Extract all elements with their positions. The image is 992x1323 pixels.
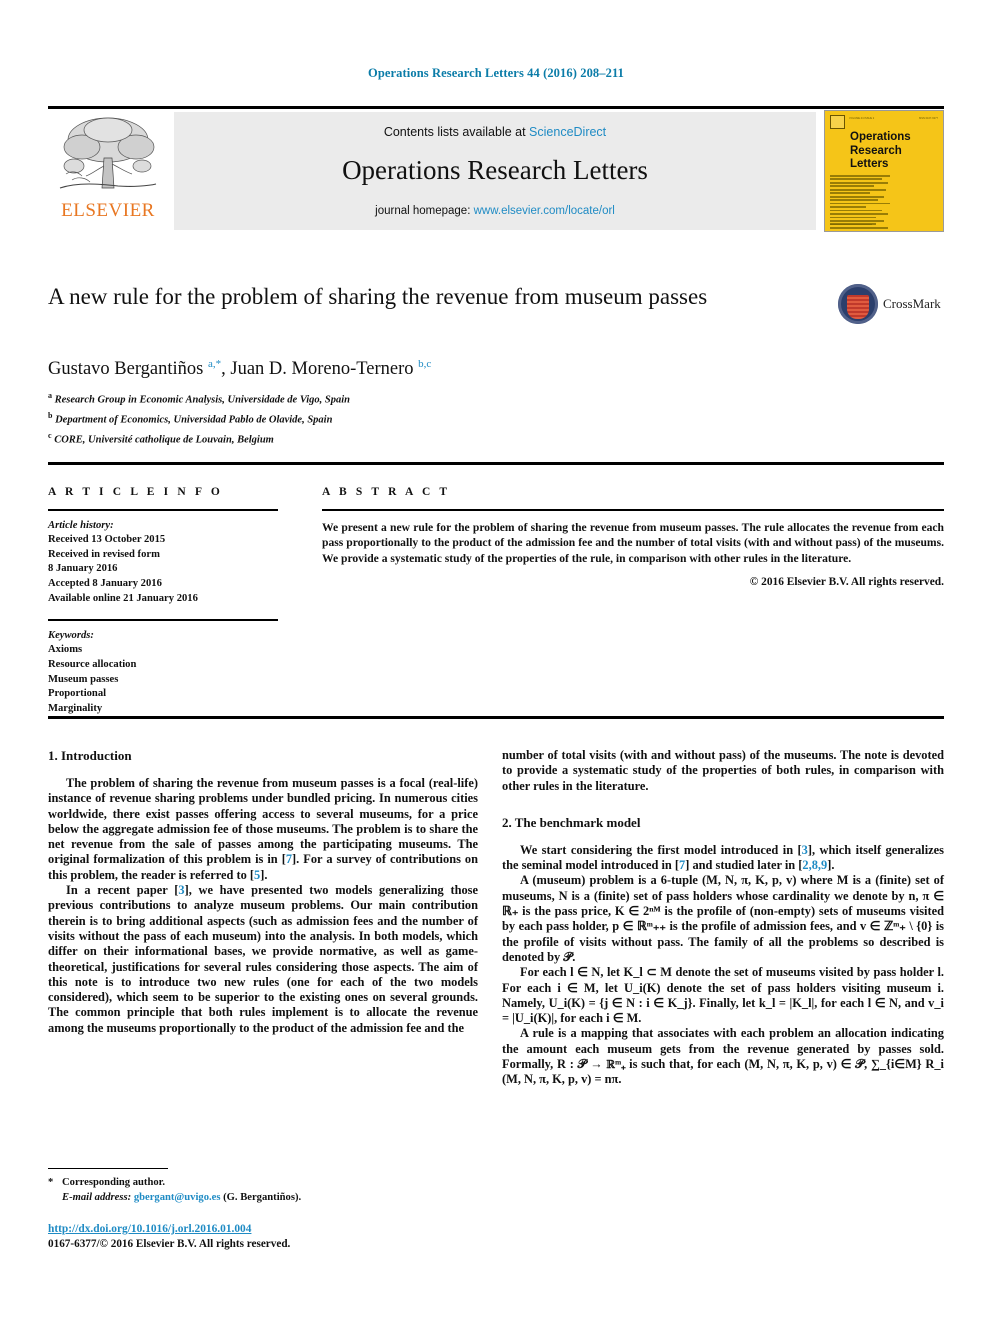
abstract-copyright: © 2016 Elsevier B.V. All rights reserved… (749, 576, 944, 589)
paragraph-intro-2: In a recent paper [3], we have presented… (48, 883, 478, 1036)
history-item: Accepted 8 January 2016 (48, 577, 162, 589)
cover-title-line2: Research (850, 144, 902, 157)
email-link[interactable]: gbergant@uvigo.es (134, 1192, 221, 1203)
keywords-block: Keywords: Axioms Resource allocation Mus… (48, 629, 280, 717)
elsevier-logo: ELSEVIER (48, 112, 168, 230)
affiliation-text-a: Research Group in Economic Analysis, Uni… (54, 394, 351, 406)
corresponding-author-text: Corresponding author. (62, 1177, 166, 1189)
history-item: Available online 21 January 2016 (48, 592, 198, 604)
article-info-heading: A R T I C L E I N F O (48, 486, 223, 498)
abstract-heading: A B S T R A C T (322, 486, 451, 498)
affiliation-list: a Research Group in Economic Analysis, U… (48, 388, 848, 448)
email-label: E-mail address: (62, 1191, 132, 1203)
asterisk-icon: * (48, 1177, 54, 1189)
affiliation-c: c CORE, Université catholique de Louvain… (48, 428, 848, 448)
author-list: Gustavo Bergantiños a,*, Juan D. Moreno-… (48, 358, 432, 380)
banner-center: Contents lists available at ScienceDirec… (174, 112, 816, 230)
article-info-section: A R T I C L E I N F O Article history: R… (48, 486, 280, 716)
history-item: 8 January 2016 (48, 563, 118, 575)
body-column-right: number of total visits (with and without… (502, 748, 944, 1088)
affiliation-text-c: CORE, Université catholique de Louvain, … (54, 434, 274, 446)
affiliation-a: a Research Group in Economic Analysis, U… (48, 388, 848, 408)
paragraph-bench-1: We start considering the first model int… (502, 843, 944, 874)
info-section-rule (48, 462, 944, 465)
journal-banner: ELSEVIER Contents lists available at Sci… (48, 110, 944, 232)
section-heading-benchmark: 2. The benchmark model (502, 814, 641, 830)
page-title: A new rule for the problem of sharing th… (48, 284, 708, 309)
intro-p2-part-a: In a recent paper [ (66, 883, 179, 898)
sciencedirect-link[interactable]: ScienceDirect (529, 125, 606, 139)
homepage-prefix: journal homepage: (375, 205, 474, 217)
contents-available-line: Contents lists available at ScienceDirec… (174, 125, 816, 139)
footnote-divider (48, 1168, 168, 1170)
cover-title: Operations Research Letters (850, 131, 911, 172)
section-heading-introduction: 1. Introduction (48, 748, 132, 763)
doi-block: http://dx.doi.org/10.1016/j.orl.2016.01.… (48, 1222, 478, 1252)
article-history-label: Article history: (48, 519, 114, 531)
keyword-item: Resource allocation (48, 658, 137, 670)
cover-title-line3: Letters (850, 158, 889, 170)
header-rule (48, 106, 944, 109)
body-section-rule (48, 716, 944, 719)
abstract-section: A B S T R A C T We present a new rule fo… (322, 486, 944, 588)
running-head: Operations Research Letters 44 (2016) 20… (368, 66, 624, 80)
crossmark-book-icon (847, 295, 869, 319)
journal-cover-thumbnail[interactable]: VOLUME 44 ISSUE 2 ISSN 0167-6377 Operati… (824, 110, 944, 232)
affiliation-marker-b: b (48, 411, 53, 420)
body-column-left: 1. Introduction The problem of sharing t… (48, 748, 478, 1036)
bench-p1-part-c: ] and studied later in [ (685, 858, 803, 873)
paragraph-bench-2: A (museum) problem is a 6-tuple (M, N, π… (502, 873, 944, 964)
abstract-divider (322, 509, 944, 511)
affiliation-marker-a: a (48, 391, 52, 400)
keyword-item: Marginality (48, 702, 103, 714)
crossmark-circle-icon (838, 284, 878, 324)
paper-page: Operations Research Letters 44 (2016) 20… (0, 0, 992, 1323)
cover-footer-line (830, 223, 876, 225)
doi-link[interactable]: http://dx.doi.org/10.1016/j.orl.2016.01.… (48, 1222, 478, 1237)
affiliation-marker-c: c (48, 431, 52, 440)
cover-volume-text: VOLUME 44 ISSUE 2 (849, 117, 875, 120)
bench-p1-part-a: We start considering the first model int… (520, 842, 802, 857)
elsevier-wordmark: ELSEVIER (61, 200, 155, 221)
keywords-label: Keywords: (48, 629, 94, 641)
crossmark-label: CrossMark (883, 296, 941, 311)
intro-p2-part-b: ], we have presented two models generali… (48, 883, 478, 1035)
cover-publisher-mark (830, 115, 845, 129)
keyword-item: Proportional (48, 688, 107, 700)
elsevier-tree-icon (59, 117, 157, 189)
issn-copyright-line: 0167-6377/© 2016 Elsevier B.V. All right… (48, 1238, 291, 1250)
affiliation-text-b: Department of Economics, Universidad Pab… (55, 414, 333, 426)
journal-title: Operations Research Letters (342, 155, 648, 185)
title-block: A new rule for the problem of sharing th… (48, 282, 838, 312)
email-line: E-mail address: gbergant@uvigo.es (G. Be… (48, 1191, 478, 1205)
email-suffix: (G. Bergantiños). (223, 1191, 302, 1203)
crossmark-badge[interactable]: CrossMark (838, 282, 944, 330)
corresponding-author-line: * Corresponding author. (48, 1176, 478, 1190)
citation-link[interactable]: 2,8,9 (802, 858, 827, 872)
history-item: Received in revised form (48, 548, 160, 560)
journal-homepage-line: journal homepage: www.elsevier.com/locat… (174, 205, 816, 217)
affiliation-b: b Department of Economics, Universidad P… (48, 408, 848, 428)
cover-title-line1: Operations (850, 131, 911, 143)
bench-p1-part-d: ]. (827, 858, 835, 873)
article-info-divider (48, 509, 278, 511)
history-item: Received 13 October 2015 (48, 534, 166, 546)
keywords-divider (48, 619, 278, 621)
contents-prefix: Contents lists available at (383, 125, 530, 139)
paragraph-bench-4: A rule is a mapping that associates with… (502, 1026, 944, 1087)
journal-homepage-link[interactable]: www.elsevier.com/locate/orl (474, 205, 615, 217)
paragraph-right-1: number of total visits (with and without… (502, 748, 944, 793)
paragraph-bench-3: For each l ∈ N, let K_l ⊂ M denote the s… (502, 965, 944, 1026)
footnote-block: * Corresponding author. E-mail address: g… (48, 1168, 478, 1205)
paragraph-intro-1: The problem of sharing the revenue from … (48, 776, 478, 883)
cover-issn-text: ISSN 0167-6377 (918, 117, 938, 120)
abstract-text: We present a new rule for the problem of… (322, 520, 944, 565)
intro-p1-part-c: ]. (260, 867, 268, 882)
keyword-item: Museum passes (48, 673, 119, 685)
article-history-block: Article history: Received 13 October 201… (48, 519, 280, 607)
keyword-item: Axioms (48, 644, 83, 656)
